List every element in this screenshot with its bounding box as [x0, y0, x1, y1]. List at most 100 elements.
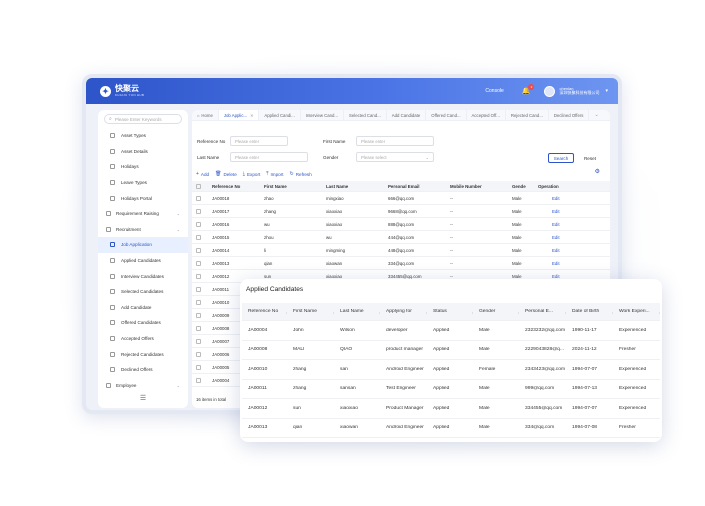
- export-button[interactable]: ⤓ Export: [243, 171, 261, 177]
- sidebar-item-holidays-portal[interactable]: Holidays Portal: [98, 190, 188, 206]
- column-header-last-name: Last Name: [326, 183, 349, 189]
- table-cell: JA00010: [248, 366, 268, 372]
- tab-rejected-cand[interactable]: Rejected Cand...: [506, 110, 549, 120]
- sidebar-item-applied-candidates[interactable]: Applied Candidates: [98, 253, 188, 269]
- select-all-checkbox[interactable]: [192, 183, 204, 189]
- last-name-input[interactable]: Please enter: [230, 152, 308, 162]
- row-checkbox[interactable]: [192, 247, 204, 253]
- tab-applied-candi[interactable]: Applied Candi...: [259, 110, 301, 120]
- tab-selected-cand[interactable]: Selected Cand...: [344, 110, 387, 120]
- row-checkbox[interactable]: [192, 338, 204, 344]
- delete-button[interactable]: 🗑 Delete: [215, 171, 237, 177]
- gender-select[interactable]: Please select ⌄: [356, 152, 434, 162]
- reference-no-input[interactable]: Please enter: [230, 136, 288, 146]
- sidebar-item-rejected-candidates[interactable]: Rejected Candidates: [98, 346, 188, 362]
- folder-icon: [106, 211, 111, 217]
- tab-home[interactable]: ⌂ Home: [192, 110, 219, 120]
- logo-icon: ✦: [100, 85, 111, 97]
- search-icon: ⌕: [109, 116, 112, 122]
- sidebar-item-accepted-offers[interactable]: Accepted Offers: [98, 331, 188, 347]
- row-checkbox[interactable]: [192, 260, 204, 266]
- first-name-input[interactable]: Please enter: [356, 136, 434, 146]
- sidebar-item-offered-candidates[interactable]: Offered Candidates: [98, 315, 188, 331]
- edit-link[interactable]: Edit: [538, 248, 578, 253]
- table-row[interactable]: JA00011 zhang sansan Test Engineer Applied Ma…: [242, 380, 660, 399]
- column-header-reference-no: Reference No: [242, 309, 287, 314]
- chevron-down-icon[interactable]: ⌄: [589, 110, 603, 120]
- sidebar-item-interview-candidates[interactable]: Interview Candidates: [98, 268, 188, 284]
- table-row[interactable]: JA00015 zhou wu 444@qq.com -- Male Edit: [192, 231, 610, 244]
- sidebar-item-add-candidate[interactable]: Add Candidate: [98, 300, 188, 316]
- edit-link[interactable]: Edit: [538, 261, 578, 266]
- close-icon[interactable]: ✕: [250, 113, 253, 118]
- row-checkbox[interactable]: [192, 286, 204, 292]
- table-row[interactable]: JA00017 zhang xiaoxiao 9668@qq.com -- Male Edi…: [192, 205, 610, 218]
- reference-no-placeholder: Please enter: [235, 138, 260, 144]
- row-checkbox[interactable]: [192, 221, 204, 227]
- row-checkbox[interactable]: [192, 377, 204, 383]
- console-link[interactable]: Console: [485, 88, 503, 94]
- notification-badge: 3: [528, 84, 535, 90]
- edit-link[interactable]: Edit: [538, 235, 578, 240]
- row-checkbox[interactable]: [192, 299, 204, 305]
- table-row[interactable]: JA00018 zhao mingxiao 666@qq.com -- Male Edit: [192, 192, 610, 205]
- table-cell: JA00004: [248, 327, 268, 333]
- row-checkbox[interactable]: [192, 195, 204, 201]
- tab-offered-cand[interactable]: Offered Cand...: [426, 110, 467, 120]
- sidebar-item-recruitment[interactable]: Recruitment ⌄: [98, 222, 188, 238]
- logo[interactable]: ✦ 快聚云 KUAIJU YUN HUB: [100, 85, 144, 97]
- row-checkbox[interactable]: [192, 351, 204, 357]
- edit-link[interactable]: Edit: [538, 274, 578, 279]
- refresh-button[interactable]: ↻ Refresh: [290, 171, 312, 177]
- tab-accepted-off[interactable]: Accepted Off...: [467, 110, 506, 120]
- edit-link[interactable]: Edit: [538, 222, 578, 227]
- settings-icon[interactable]: ⚙: [595, 168, 600, 175]
- row-checkbox[interactable]: [192, 234, 204, 240]
- row-checkbox[interactable]: [192, 364, 204, 370]
- table-cell: xiaoxiao: [326, 208, 343, 214]
- tab-interview-cand[interactable]: Interview Cand...: [301, 110, 345, 120]
- sidebar-item-employee[interactable]: Employee ⌄: [98, 378, 188, 394]
- bell-icon[interactable]: 🔔 3: [522, 84, 535, 95]
- sidebar-item-requirement-raising[interactable]: Requirement Raising ⌄: [98, 206, 188, 222]
- sidebar-item-declined-offers[interactable]: Declined Offers: [98, 362, 188, 378]
- sidebar-item-asset-types[interactable]: Asset Types: [98, 128, 188, 144]
- sidebar-item-holidays[interactable]: Holidays: [98, 159, 188, 175]
- row-checkbox[interactable]: [192, 208, 204, 214]
- table-row[interactable]: JA00008 MALI QIAO product manager Applied Mal…: [242, 341, 660, 360]
- table-row[interactable]: JA00013 qian xiaowan Android Engineer Applie…: [242, 419, 660, 438]
- edit-link[interactable]: Edit: [538, 209, 578, 214]
- table-cell: Male: [479, 347, 490, 353]
- collapse-menu-icon[interactable]: ☰: [98, 394, 188, 402]
- table-cell: Fresher: [619, 347, 636, 353]
- sidebar-item-leave-types[interactable]: Leave Types: [98, 175, 188, 191]
- user-menu[interactable]: chenlan 深圳快聚科技有限公司 ▾: [544, 85, 608, 97]
- sidebar-search[interactable]: ⌕ Please Enter Keywords: [104, 114, 182, 124]
- sidebar-menu: Asset Types Asset Details Holidays Leave Ty…: [98, 128, 188, 393]
- table-cell: --: [450, 221, 453, 227]
- column-header-last-name: Last Name: [334, 309, 380, 314]
- add-button[interactable]: + Add: [196, 171, 209, 177]
- sidebar-item-asset-details[interactable]: Asset Details: [98, 144, 188, 160]
- table-row[interactable]: JA00013 qian xiaowan 334@qq.com -- Male Edit: [192, 257, 610, 270]
- table-row[interactable]: JA00010 zhang san Android Engineer Applied Fe…: [242, 360, 660, 380]
- sidebar-item-selected-candidates[interactable]: Selected Candidates: [98, 284, 188, 300]
- tab-declined-offers[interactable]: Declined Offers: [549, 110, 590, 120]
- edit-link[interactable]: Edit: [538, 196, 578, 201]
- reset-button[interactable]: Reset: [579, 153, 601, 163]
- row-checkbox[interactable]: [192, 273, 204, 279]
- tab-bar: ⌂ Home Job Applic... ✕ Applied Candi... Inter…: [192, 110, 610, 121]
- table-row[interactable]: JA00016 wu xiaoxiao 888@qq.com -- Male Edit: [192, 218, 610, 231]
- sidebar-item-job-application[interactable]: Job Application: [98, 237, 188, 253]
- row-checkbox[interactable]: [192, 312, 204, 318]
- search-button[interactable]: Search: [548, 153, 574, 163]
- table-row[interactable]: JA00004 John Wilson developer Applied Male 232…: [242, 321, 660, 341]
- table-cell: Male: [512, 260, 522, 266]
- table-row[interactable]: JA00014 li mingming 448@qq.com -- Male Edit: [192, 244, 610, 257]
- import-button[interactable]: ⤒ Import: [266, 171, 283, 177]
- table-row[interactable]: JA00012 sun xiaoxiao Product Manager Applied…: [242, 399, 660, 419]
- tab-add-candidate[interactable]: Add Candidate: [387, 110, 427, 120]
- row-checkbox[interactable]: [192, 325, 204, 331]
- checkbox-box: [195, 247, 201, 253]
- tab-job-applic[interactable]: Job Applic... ✕: [218, 110, 260, 120]
